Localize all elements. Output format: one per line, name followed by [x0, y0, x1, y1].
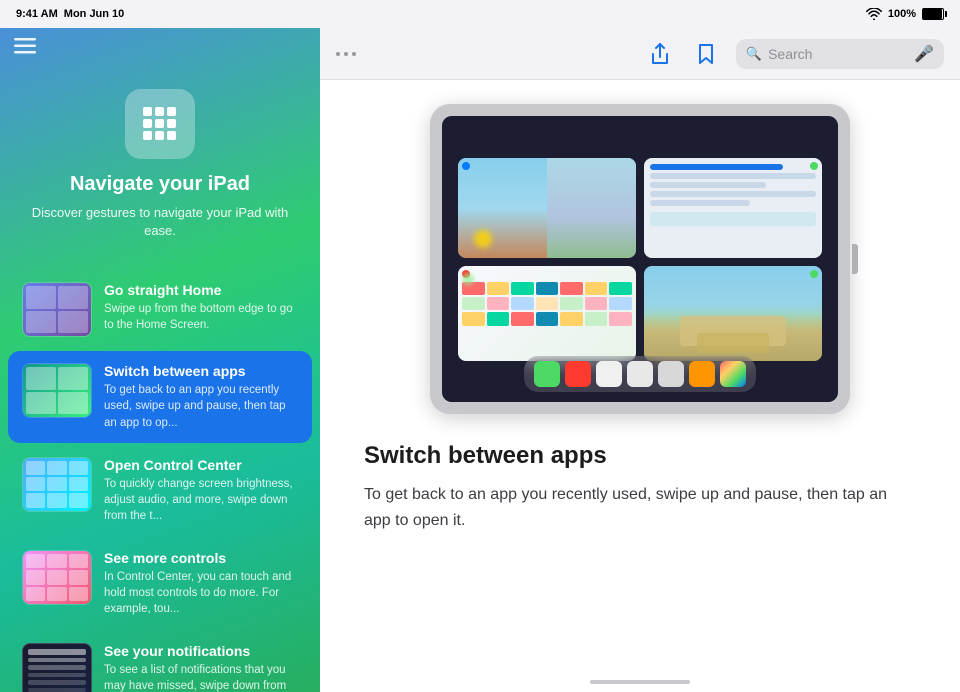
- sidebar-item-go-home[interactable]: Go straight Home Swipe up from the botto…: [8, 270, 312, 349]
- dock-app-3[interactable]: [596, 361, 622, 387]
- status-bar-left: 9:41 AM Mon Jun 10: [16, 8, 124, 20]
- sidebar-item-switch-apps[interactable]: Switch between apps To get back to an ap…: [8, 351, 312, 442]
- toolbar-dots: [336, 52, 356, 56]
- bookmark-button[interactable]: [690, 38, 722, 70]
- main-content: Navigate your iPad Discover gestures to …: [0, 28, 960, 692]
- sidebar-item-title-switch: Switch between apps: [104, 363, 298, 379]
- search-input[interactable]: [768, 46, 908, 62]
- grid-icon: [139, 103, 181, 145]
- dock-app-1[interactable]: [534, 361, 560, 387]
- wifi-icon: [866, 8, 882, 20]
- toolbar-dot-2: [344, 52, 348, 56]
- sidebar-thumb-switch: [22, 363, 92, 418]
- home-indicator: [320, 672, 960, 692]
- sidebar-item-desc-home: Swipe up from the bottom edge to go to t…: [104, 301, 298, 333]
- sidebar-header: Navigate your iPad Discover gestures to …: [0, 59, 320, 260]
- sidebar-thumb-notifications: [22, 643, 92, 692]
- dock-app-7[interactable]: [720, 361, 746, 387]
- dock-app-2[interactable]: [565, 361, 591, 387]
- home-bar: [590, 680, 690, 684]
- right-panel: 🔍 🎤: [320, 28, 960, 692]
- time-display: 9:41 AM: [16, 8, 58, 20]
- dock-app-6[interactable]: [689, 361, 715, 387]
- sidebar-item-title-notif: See your notifications: [104, 643, 298, 659]
- ipad-screen: [442, 116, 838, 402]
- app-card-2[interactable]: [644, 158, 822, 258]
- sidebar-item-title-more: See more controls: [104, 550, 298, 566]
- ipad-illustration: [360, 104, 920, 414]
- dock-app-5[interactable]: [658, 361, 684, 387]
- sidebar-list: Go straight Home Swipe up from the botto…: [0, 260, 320, 692]
- sidebar-item-desc-more: In Control Center, you can touch and hol…: [104, 569, 298, 617]
- sidebar-item-desc-notif: To see a list of notifications that you …: [104, 662, 298, 692]
- sidebar-toggle-button[interactable]: [14, 38, 36, 59]
- sidebar-subtitle: Discover gestures to navigate your iPad …: [20, 204, 300, 240]
- app-cards-bottom-row: [458, 266, 822, 361]
- sidebar-item-more-controls[interactable]: See more controls In Control Center, you…: [8, 538, 312, 629]
- sidebar-thumb-more: [22, 550, 92, 605]
- ipad-frame: [430, 104, 850, 414]
- sidebar: Navigate your iPad Discover gestures to …: [0, 28, 320, 692]
- sidebar-item-notifications[interactable]: See your notifications To see a list of …: [8, 631, 312, 692]
- status-bar-right: 100%: [866, 8, 944, 20]
- description-title: Switch between apps: [364, 442, 916, 470]
- app-switcher: [442, 116, 838, 402]
- status-bar: 9:41 AM Mon Jun 10 100%: [0, 0, 960, 28]
- sidebar-item-title-control: Open Control Center: [104, 457, 298, 473]
- sidebar-header-icon: [125, 89, 195, 159]
- sidebar-thumb-control: [22, 457, 92, 512]
- sidebar-title: Navigate your iPad: [70, 173, 250, 196]
- share-button[interactable]: [644, 38, 676, 70]
- sidebar-thumb-home: [22, 282, 92, 337]
- toolbar-dot-1: [336, 52, 340, 56]
- sidebar-item-desc-switch: To get back to an app you recently used,…: [104, 382, 298, 430]
- description-section: Switch between apps To get back to an ap…: [360, 442, 920, 533]
- date-display: Mon Jun 10: [64, 8, 125, 20]
- ipad-dock: [524, 356, 756, 392]
- toolbar-right: 🔍 🎤: [644, 38, 944, 70]
- description-text: To get back to an app you recently used,…: [364, 482, 916, 533]
- sidebar-item-title-home: Go straight Home: [104, 282, 298, 298]
- search-icon: 🔍: [746, 46, 762, 62]
- sidebar-item-desc-control: To quickly change screen brightness, adj…: [104, 476, 298, 524]
- content-area: Switch between apps To get back to an ap…: [320, 80, 960, 672]
- toolbar: 🔍 🎤: [320, 28, 960, 80]
- app-card-4[interactable]: [644, 266, 822, 361]
- toolbar-dot-3: [352, 52, 356, 56]
- app-card-3[interactable]: [458, 266, 636, 361]
- sidebar-item-control-center[interactable]: Open Control Center To quickly change sc…: [8, 445, 312, 536]
- battery-icon: [922, 8, 944, 20]
- dock-app-4[interactable]: [627, 361, 653, 387]
- search-bar[interactable]: 🔍 🎤: [736, 39, 944, 69]
- app-cards-top-row: [458, 158, 822, 258]
- battery-percent: 100%: [888, 8, 916, 20]
- mic-icon[interactable]: 🎤: [914, 44, 934, 64]
